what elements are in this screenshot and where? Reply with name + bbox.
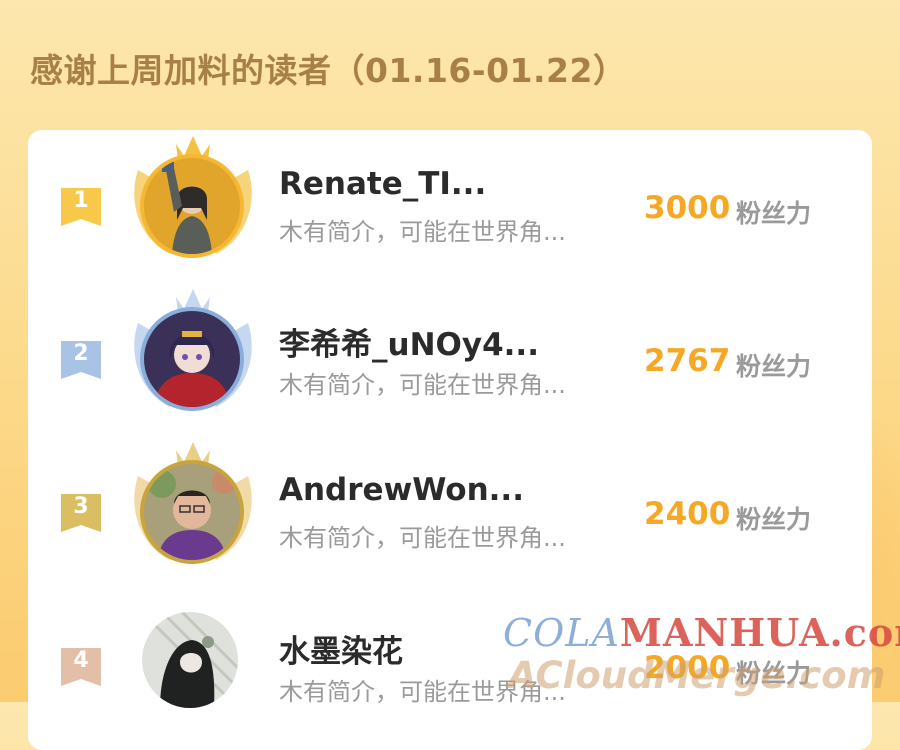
reader-row[interactable]: 4 水墨染花 木有简介，可能在世界角... 2000 粉丝力 [28, 590, 872, 740]
readers-card: 1 Renate_TI... 木有简介，可能在世界角... 3000 粉丝力 2… [28, 130, 872, 750]
avatar[interactable] [142, 612, 238, 708]
rank-number: 2 [73, 341, 89, 366]
reader-row[interactable]: 1 Renate_TI... 木有简介，可能在世界角... 3000 粉丝力 [28, 130, 872, 280]
reader-name[interactable]: Renate_TI... [279, 166, 486, 202]
rank-number: 1 [73, 188, 89, 213]
avatar-frame [118, 130, 268, 280]
avatar-frame [118, 283, 268, 433]
page-title: 感谢上周加料的读者（01.16-01.22） [30, 51, 627, 90]
reader-name[interactable]: 水墨染花 [279, 626, 403, 671]
reader-bio: 木有简介，可能在世界角... [279, 371, 566, 399]
fan-power-value: 2400 [644, 496, 731, 532]
fan-power-value: 2000 [644, 650, 731, 686]
reader-name[interactable]: AndrewWon... [279, 472, 524, 508]
fan-power-value: 2767 [644, 343, 731, 379]
reader-row[interactable]: 3 AndrewWon... 木有简介，可能在世界角... 2400 粉丝力 [28, 436, 872, 586]
avatar[interactable] [144, 464, 240, 560]
avatar-frame [118, 436, 268, 586]
reader-name[interactable]: 李希希_uNOy4... [279, 319, 539, 364]
fan-power-label: 粉丝力 [736, 659, 812, 688]
fan-power-value: 3000 [644, 190, 731, 226]
avatar[interactable] [144, 158, 240, 254]
avatar[interactable] [144, 311, 240, 407]
avatar-frame [118, 590, 268, 740]
reader-row[interactable]: 2 李希希_uNOy4... 木有简介，可能在世界角... 2767 粉丝力 [28, 283, 872, 433]
rank-number: 4 [73, 648, 89, 673]
rank-number: 3 [73, 494, 89, 519]
reader-bio: 木有简介，可能在世界角... [279, 218, 566, 246]
fan-power-label: 粉丝力 [736, 352, 812, 381]
fan-power-label: 粉丝力 [736, 199, 812, 228]
reader-bio: 木有简介，可能在世界角... [279, 524, 566, 552]
fan-power-label: 粉丝力 [736, 505, 812, 534]
